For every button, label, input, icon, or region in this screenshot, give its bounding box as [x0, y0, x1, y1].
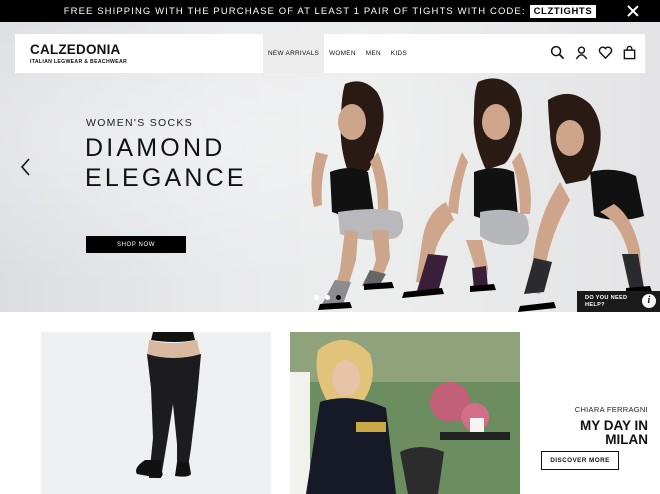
help-button[interactable]: DO YOU NEED HELP? i	[577, 291, 660, 312]
leggings-tile-image[interactable]	[41, 332, 271, 494]
feature-text: CHIARA FERRAGNI MY DAY IN MILAN	[530, 405, 648, 447]
logo[interactable]: CALZEDONIA ITALIAN LEGWEAR & BEACHWEAR	[30, 41, 128, 65]
info-icon: i	[642, 294, 656, 308]
discover-more-button[interactable]: DISCOVER MORE	[541, 451, 619, 470]
close-icon[interactable]	[626, 4, 640, 18]
promo-message: FREE SHIPPING WITH THE PURCHASE OF AT LE…	[63, 5, 526, 17]
leggings-model-image	[41, 332, 271, 494]
logo-name: CALZEDONIA	[30, 41, 121, 57]
nav-men[interactable]: MEN	[361, 34, 386, 73]
bag-icon[interactable]	[622, 45, 637, 60]
site-header: CALZEDONIA ITALIAN LEGWEAR & BEACHWEAR N…	[15, 34, 645, 73]
feature-title-line1: MY DAY IN	[579, 418, 648, 433]
chiara-ferragni-tile-image[interactable]	[290, 332, 520, 494]
heart-icon[interactable]	[598, 45, 613, 60]
carousel-dot[interactable]	[314, 295, 319, 300]
main-nav: NEW ARRIVALS WOMEN MEN KIDS	[263, 34, 412, 73]
chiara-ferragni-image	[290, 332, 520, 494]
header-icons	[550, 45, 637, 60]
nav-kids[interactable]: KIDS	[386, 34, 412, 73]
chevron-left-icon[interactable]	[18, 156, 34, 178]
search-icon[interactable]	[550, 45, 565, 60]
feature-title-line2: MILAN	[605, 432, 648, 447]
shop-now-button[interactable]: SHOP NOW	[86, 236, 186, 253]
nav-new-arrivals[interactable]: NEW ARRIVALS	[263, 34, 325, 73]
logo-tagline: ITALIAN LEGWEAR & BEACHWEAR	[30, 58, 128, 65]
promo-code: CLZTIGHTS	[529, 4, 597, 18]
account-icon[interactable]	[574, 45, 589, 60]
nav-women[interactable]: WOMEN	[324, 34, 361, 73]
carousel-dot[interactable]	[325, 295, 330, 300]
hero-eyebrow: WOMEN'S SOCKS	[86, 117, 193, 129]
carousel-dots	[314, 295, 341, 300]
carousel-dot-active[interactable]	[336, 295, 341, 300]
hero-headline-line2: ELEGANCE	[85, 164, 247, 192]
hero-headline: DIAMOND ELEGANCE	[85, 133, 247, 193]
hero-headline-line1: DIAMOND	[85, 134, 226, 162]
feature-eyebrow: CHIARA FERRAGNI	[574, 405, 648, 414]
promo-banner: FREE SHIPPING WITH THE PURCHASE OF AT LE…	[0, 0, 660, 22]
